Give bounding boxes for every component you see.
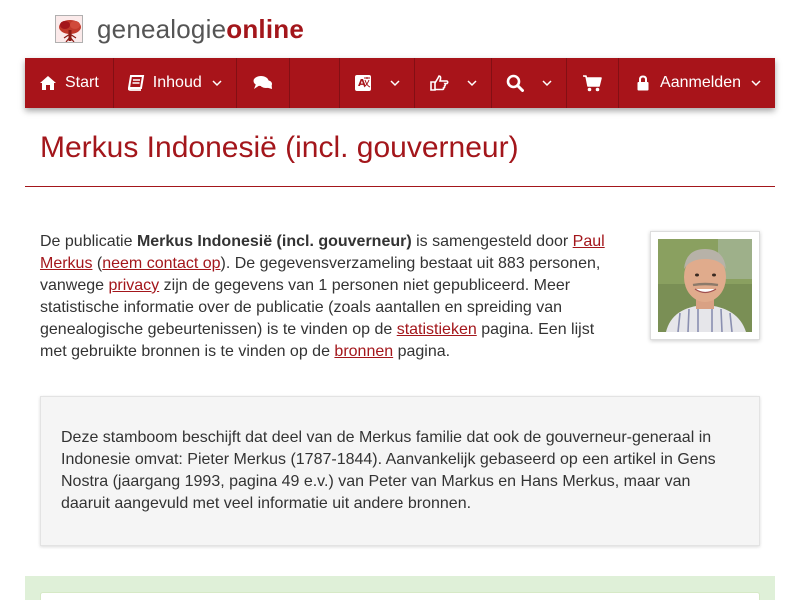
nav-forum[interactable] — [237, 58, 290, 108]
nav-login-label: Aanmelden — [660, 74, 741, 91]
nav-share[interactable] — [415, 58, 493, 108]
nav-cart[interactable] — [567, 58, 620, 108]
book-icon — [127, 75, 145, 91]
hand-pointer-icon — [429, 75, 449, 91]
chevron-down-icon — [542, 79, 552, 87]
statistics-link[interactable]: statistieken — [397, 321, 477, 338]
author-portrait — [658, 239, 752, 332]
nav-start[interactable]: Start — [25, 58, 114, 108]
title-divider — [25, 186, 775, 187]
nav-language[interactable]: A — [340, 58, 416, 108]
chevron-down-icon — [212, 79, 222, 87]
description-well: Deze stamboom beschijft dat deel van de … — [40, 396, 760, 546]
main-navbar: Start Inhoud A Aanmelden — [25, 58, 775, 108]
intro-text: ( — [92, 255, 103, 272]
site-name-part1: genealogie — [97, 14, 227, 44]
info-panel-inner — [40, 592, 760, 600]
comments-icon — [253, 75, 273, 91]
svg-text:A: A — [358, 78, 366, 89]
nav-inhoud[interactable]: Inhoud — [114, 58, 237, 108]
home-icon — [39, 75, 57, 91]
site-logo[interactable]: genealogieonline — [55, 14, 304, 44]
contact-link[interactable]: neem contact op — [102, 255, 220, 272]
chevron-down-icon — [467, 79, 477, 87]
sources-link[interactable]: bronnen — [334, 343, 393, 360]
nav-login[interactable]: Aanmelden — [619, 58, 775, 108]
author-photo[interactable] — [650, 231, 760, 340]
intro-text: De publicatie — [40, 233, 137, 250]
lock-icon — [637, 75, 649, 91]
nav-spacer — [290, 58, 341, 108]
search-icon — [506, 74, 525, 92]
tree-logo-icon — [55, 15, 83, 43]
publication-name: Merkus Indonesië (incl. gouverneur) — [136, 233, 412, 250]
translate-icon: A — [354, 74, 372, 92]
site-name: genealogieonline — [97, 14, 304, 44]
nav-start-label: Start — [65, 74, 99, 91]
publication-intro: De publicatie Merkus Indonesië (incl. go… — [40, 231, 620, 363]
shopping-cart-icon — [583, 74, 602, 92]
site-name-part2: online — [226, 14, 304, 44]
chevron-down-icon — [390, 79, 400, 87]
nav-search[interactable] — [492, 58, 568, 108]
page-title: Merkus Indonesië (incl. gouverneur) — [40, 131, 519, 164]
intro-text: is samengesteld door — [411, 233, 573, 250]
nav-inhoud-label: Inhoud — [152, 74, 202, 91]
description-text: Deze stamboom beschijft dat deel van de … — [61, 429, 716, 512]
chevron-down-icon — [751, 79, 761, 87]
privacy-link[interactable]: privacy — [109, 277, 160, 294]
intro-text: pagina. — [393, 343, 451, 360]
